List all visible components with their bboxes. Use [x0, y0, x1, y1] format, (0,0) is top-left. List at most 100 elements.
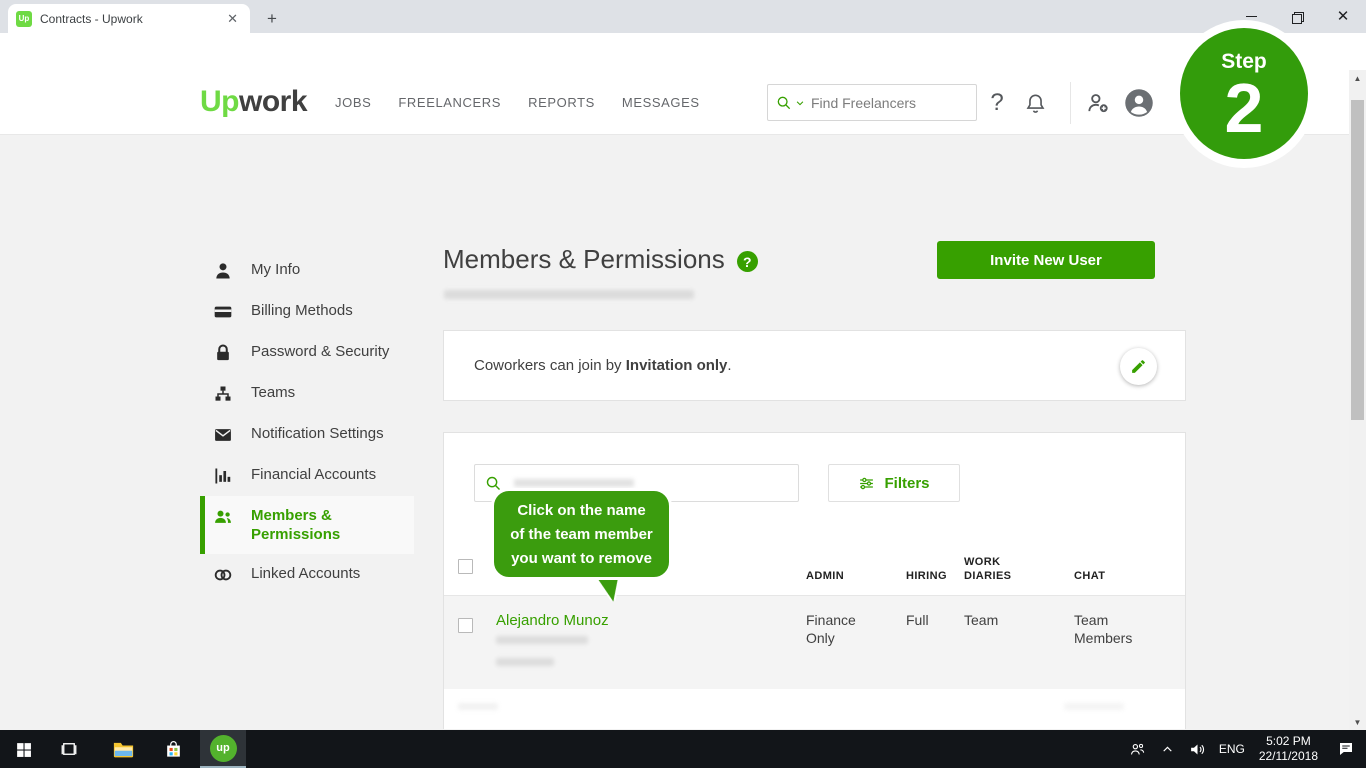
filters-label: Filters	[884, 475, 929, 492]
system-tray: ENG 5:02 PM 22/11/2018	[1123, 730, 1366, 768]
blurred-search-text	[514, 479, 634, 487]
upwork-logo[interactable]: Upwork	[200, 85, 307, 119]
search-icon	[776, 95, 792, 111]
upwork-favicon-icon: Up	[16, 11, 32, 27]
person-add-icon	[1085, 90, 1111, 116]
people-icon	[1129, 741, 1146, 758]
filters-button[interactable]: Filters	[828, 464, 960, 502]
window-close-button[interactable]: ✕	[1320, 0, 1366, 33]
help-button[interactable]: ?	[982, 88, 1012, 118]
notifications-button[interactable]	[1020, 88, 1050, 118]
tab-close-icon[interactable]: ✕	[223, 9, 242, 29]
sidebar-item-notification-settings[interactable]: Notification Settings	[200, 414, 414, 455]
envelope-icon	[213, 425, 235, 445]
col-header-work-diaries: WORK DIARIES	[964, 555, 1016, 583]
task-view-button[interactable]	[46, 730, 92, 768]
file-explorer-button[interactable]	[100, 730, 146, 768]
col-header-admin: ADMIN	[806, 569, 844, 583]
table-row: Alejandro Munoz Finance Only Full Team T…	[444, 596, 1185, 689]
volume-button[interactable]	[1183, 730, 1213, 768]
invitation-policy-text: Coworkers can join by Invitation only.	[474, 357, 732, 374]
action-center-button[interactable]	[1326, 730, 1366, 768]
search-input[interactable]	[811, 95, 941, 111]
edit-invitation-button[interactable]	[1120, 348, 1157, 385]
bell-icon	[1024, 92, 1047, 115]
primary-nav: JOBS FREELANCERS REPORTS MESSAGES	[335, 95, 700, 110]
col-header-hiring: HIRING	[906, 569, 947, 583]
tooltip-line: Click on the name	[494, 499, 669, 523]
invite-new-user-button[interactable]: Invite New User	[937, 241, 1155, 279]
browser-tab-bar: Up Contracts - Upwork ✕ + ✕	[0, 0, 1366, 33]
windows-taskbar: up ENG 5:02 PM 22/11/2018	[0, 730, 1366, 768]
row-checkbox[interactable]	[458, 618, 473, 633]
sidebar-item-members-permissions[interactable]: Members & Permissions	[200, 496, 414, 554]
add-user-button[interactable]	[1083, 88, 1113, 118]
cell-hiring: Full	[906, 611, 929, 629]
sidebar-item-financial-accounts[interactable]: Financial Accounts	[200, 455, 414, 496]
tooltip-line: of the team member	[494, 523, 669, 547]
scroll-up-arrow-icon[interactable]: ▲	[1349, 70, 1366, 86]
start-button[interactable]	[0, 730, 46, 768]
nav-jobs[interactable]: JOBS	[335, 95, 371, 110]
upwork-header: Upwork JOBS FREELANCERS REPORTS MESSAGES…	[0, 70, 1349, 135]
language-indicator[interactable]: ENG	[1213, 742, 1251, 756]
clock-date: 22/11/2018	[1259, 749, 1318, 764]
speaker-icon	[1189, 741, 1206, 758]
chevron-up-icon	[1161, 743, 1174, 756]
clock[interactable]: 5:02 PM 22/11/2018	[1251, 734, 1326, 764]
blurred-member-team	[496, 658, 554, 666]
folder-icon	[113, 740, 134, 758]
step-number: 2	[1180, 74, 1308, 142]
table-row-partial	[444, 689, 1185, 729]
header-divider	[1070, 82, 1071, 124]
browser-tab[interactable]: Up Contracts - Upwork ✕	[8, 4, 250, 33]
hidden-icons-button[interactable]	[1153, 730, 1183, 768]
cell-admin: Finance Only	[806, 611, 868, 647]
sidebar-item-teams[interactable]: Teams	[200, 373, 414, 414]
windows-logo-icon	[15, 741, 32, 758]
title-help-icon[interactable]: ?	[737, 251, 758, 272]
avatar-icon	[1124, 88, 1154, 118]
blurred-row2-content	[1064, 703, 1124, 710]
minimize-icon	[1246, 16, 1257, 17]
page-title: Members & Permissions	[443, 244, 725, 275]
step-badge: Step 2	[1172, 20, 1316, 168]
upwork-app-icon: up	[210, 735, 237, 762]
screen: Up Contracts - Upwork ✕ + ✕ https://www.…	[0, 0, 1366, 768]
blurred-row2-content	[458, 703, 498, 710]
member-name-link[interactable]: Alejandro Munoz	[496, 611, 609, 630]
blurred-subtitle	[444, 290, 694, 299]
select-all-checkbox[interactable]	[458, 559, 473, 574]
find-freelancers-search[interactable]	[767, 84, 977, 121]
filters-icon	[858, 475, 875, 492]
blurred-member-email	[496, 636, 588, 644]
page-scrollbar[interactable]: ▲ ▼	[1349, 70, 1366, 730]
remove-member-tooltip: Click on the name of the team member you…	[491, 488, 672, 580]
sidebar-item-my-info[interactable]: My Info	[200, 250, 414, 291]
question-mark-icon: ?	[990, 89, 1003, 117]
col-header-chat: CHAT	[1074, 569, 1105, 583]
sidebar-item-billing-methods[interactable]: Billing Methods	[200, 291, 414, 332]
close-icon: ✕	[1337, 9, 1350, 24]
scroll-down-arrow-icon[interactable]: ▼	[1349, 714, 1366, 730]
clock-time: 5:02 PM	[1259, 734, 1318, 749]
page-title-row: Members & Permissions ?	[443, 244, 758, 275]
nav-messages[interactable]: MESSAGES	[622, 95, 700, 110]
sidebar-item-linked-accounts[interactable]: Linked Accounts	[200, 554, 414, 595]
chevron-down-icon[interactable]	[795, 98, 805, 108]
nav-freelancers[interactable]: FREELANCERS	[398, 95, 501, 110]
invitation-policy-card: Coworkers can join by Invitation only.	[443, 330, 1186, 401]
tooltip-line: you want to remove	[494, 547, 669, 571]
sidebar-item-password-security[interactable]: Password & Security	[200, 332, 414, 373]
credit-card-icon	[213, 302, 235, 322]
nav-reports[interactable]: REPORTS	[528, 95, 595, 110]
person-icon	[213, 261, 235, 281]
cell-chat: Team Members	[1074, 611, 1138, 647]
scrollbar-thumb[interactable]	[1351, 100, 1364, 420]
account-menu-button[interactable]	[1124, 88, 1154, 118]
link-icon	[213, 565, 235, 585]
new-tab-button[interactable]: +	[260, 7, 284, 31]
microsoft-store-button[interactable]	[150, 730, 196, 768]
upwork-app-button[interactable]: up	[200, 730, 246, 768]
people-tray-button[interactable]	[1123, 730, 1153, 768]
